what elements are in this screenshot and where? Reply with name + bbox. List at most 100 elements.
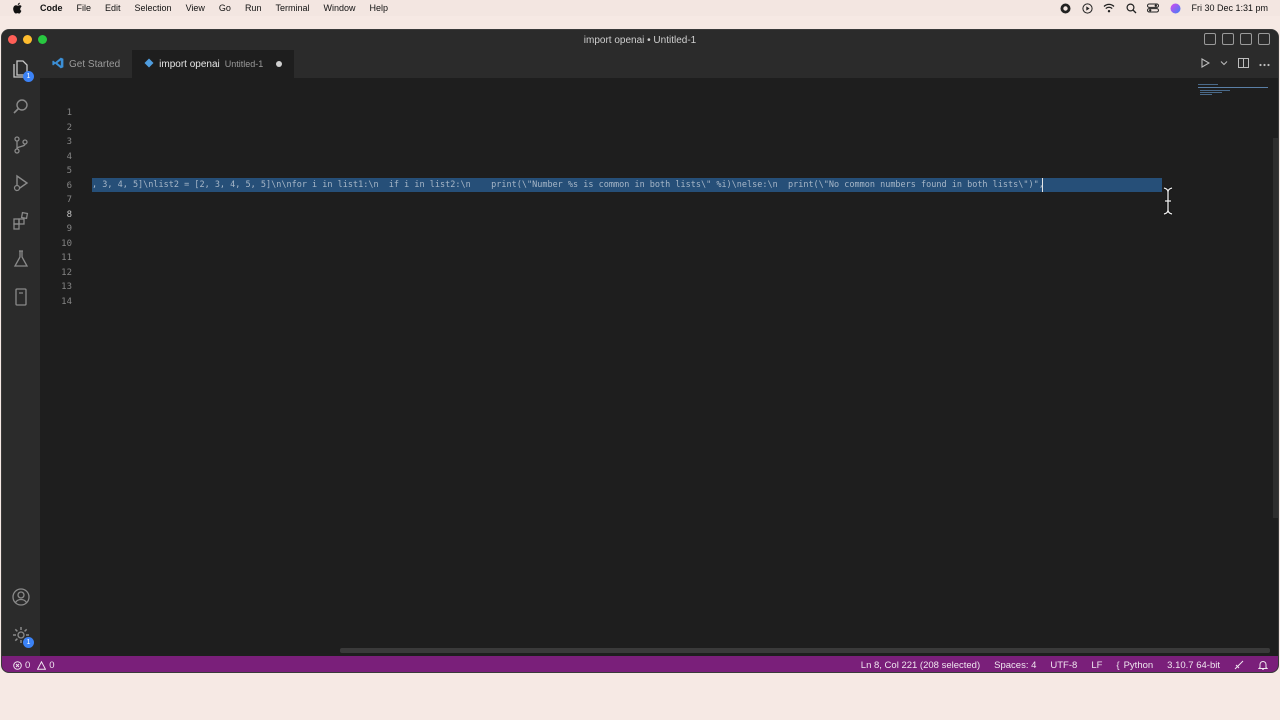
- braces-icon: {: [1116, 659, 1120, 671]
- editor-tab-bar: Get Started import openai Untitled-1: [40, 50, 1278, 78]
- line-number: 6: [66, 180, 72, 191]
- layout-controls: [1204, 33, 1270, 45]
- run-debug-icon[interactable]: [10, 172, 32, 194]
- line-number: 12: [61, 267, 72, 278]
- settings-badge: 1: [23, 637, 34, 648]
- warning-icon: [36, 660, 46, 670]
- explorer-icon[interactable]: 1: [10, 58, 34, 82]
- minimize-window-button[interactable]: [23, 35, 32, 44]
- chevron-down-icon[interactable]: [1220, 58, 1228, 70]
- status-bar: 0 0 Ln 8, Col 221 (208 selected) Spaces:…: [2, 656, 1278, 672]
- line-number: 1: [66, 108, 72, 118]
- close-window-button[interactable]: [8, 35, 17, 44]
- run-python-file-icon[interactable]: [1200, 57, 1211, 71]
- apple-icon[interactable]: [12, 2, 24, 14]
- end-of-line[interactable]: LF: [1091, 660, 1102, 671]
- line-number: 11: [61, 253, 72, 263]
- menu-edit[interactable]: Edit: [105, 3, 121, 13]
- feedback-icon[interactable]: [1234, 660, 1244, 670]
- notifications-bell-icon[interactable]: [1258, 660, 1268, 670]
- split-editor-icon[interactable]: [1238, 57, 1249, 71]
- python-file-icon: [144, 58, 154, 71]
- line-number: 2: [66, 122, 72, 133]
- menu-view[interactable]: View: [186, 3, 205, 13]
- minimap-line: [1200, 92, 1222, 93]
- line-number: 10: [61, 238, 72, 249]
- testing-icon[interactable]: [10, 248, 32, 270]
- window-title: import openai • Untitled-1: [583, 34, 697, 46]
- vertical-scroll-thumb[interactable]: [1273, 138, 1278, 518]
- line-number: 5: [66, 166, 72, 176]
- search-view-icon[interactable]: [10, 96, 32, 118]
- editor-actions: [1200, 50, 1278, 78]
- error-icon: [12, 660, 22, 670]
- more-actions-icon[interactable]: [1259, 58, 1270, 70]
- line-number: 14: [61, 296, 72, 307]
- search-icon[interactable]: [1125, 2, 1137, 14]
- menu-code[interactable]: Code: [40, 3, 63, 13]
- indentation[interactable]: Spaces: 4: [994, 660, 1036, 671]
- line-number: 3: [66, 137, 72, 147]
- minimap-line: [1200, 94, 1212, 95]
- siri-icon[interactable]: [1169, 2, 1181, 14]
- menu-window[interactable]: Window: [323, 3, 355, 13]
- vscode-logo-icon: [52, 57, 64, 72]
- problems-indicator[interactable]: 0 0: [2, 660, 55, 671]
- macos-menubar: Code File Edit Selection View Go Run Ter…: [0, 0, 1280, 16]
- accounts-icon[interactable]: [10, 586, 32, 608]
- line-number: 9: [66, 224, 72, 234]
- manage-gear-icon[interactable]: 1: [10, 624, 34, 648]
- selected-code-line[interactable]: , 3, 4, 5]\nlist2 = [2, 3, 4, 5, 5]\n\nf…: [92, 178, 1162, 192]
- mouse-ibeam-cursor-icon: [1163, 186, 1173, 216]
- customize-layout-icon[interactable]: [1258, 33, 1270, 45]
- line-number: 8: [66, 209, 72, 220]
- record-icon[interactable]: [1059, 2, 1071, 14]
- wifi-icon[interactable]: [1103, 2, 1115, 14]
- unsaved-dot-icon[interactable]: [276, 61, 283, 67]
- toggle-secondary-sidebar-icon[interactable]: [1240, 33, 1252, 45]
- menu-file[interactable]: File: [77, 3, 92, 13]
- window-controls: [8, 35, 47, 44]
- activity-bar: 1 1: [2, 50, 40, 656]
- horizontal-scrollbar[interactable]: [340, 648, 1270, 653]
- python-interpreter[interactable]: 3.10.7 64-bit: [1167, 660, 1220, 671]
- title-bar: import openai • Untitled-1: [2, 30, 1278, 50]
- warning-count: 0: [49, 659, 55, 671]
- line-number: 13: [61, 282, 72, 292]
- file-encoding[interactable]: UTF-8: [1050, 660, 1077, 671]
- toggle-panel-icon[interactable]: [1222, 33, 1234, 45]
- toggle-primary-sidebar-icon[interactable]: [1204, 33, 1216, 45]
- vertical-scrollbar[interactable]: [1272, 78, 1278, 656]
- language-mode[interactable]: { Python: [1116, 660, 1153, 671]
- code-editor[interactable]: 1 2 3 4 5 6 7 8 9 10 11 12 13 14 , 3, 4, 5]\nlist2 = …: [40, 78, 1278, 656]
- menubar-clock[interactable]: Fri 30 Dec 1:31 pm: [1191, 3, 1268, 13]
- tab-untitled-1[interactable]: import openai Untitled-1: [132, 50, 295, 78]
- menu-selection[interactable]: Selection: [135, 3, 172, 13]
- maximize-window-button[interactable]: [38, 35, 47, 44]
- menu-terminal[interactable]: Terminal: [275, 3, 309, 13]
- play-circle-icon[interactable]: [1081, 2, 1093, 14]
- explorer-badge: 1: [23, 71, 34, 82]
- tab-label: import openai: [159, 58, 220, 70]
- source-control-icon[interactable]: [10, 134, 32, 156]
- remote-explorer-icon[interactable]: [10, 286, 32, 308]
- minimap-line: [1198, 84, 1218, 85]
- error-count: 0: [25, 659, 31, 671]
- tab-description: Untitled-1: [224, 59, 264, 69]
- minimap-line: [1198, 87, 1268, 88]
- text-cursor: [1042, 178, 1043, 192]
- line-number: 4: [66, 151, 72, 162]
- menu-run[interactable]: Run: [245, 3, 262, 13]
- control-center-icon[interactable]: [1147, 2, 1160, 14]
- extensions-icon[interactable]: [10, 210, 32, 232]
- language-label: Python: [1123, 659, 1154, 671]
- tab-get-started[interactable]: Get Started: [40, 50, 132, 78]
- minimap-line: [1200, 90, 1230, 91]
- cursor-position[interactable]: Ln 8, Col 221 (208 selected): [861, 660, 980, 671]
- tab-label: Get Started: [69, 58, 121, 70]
- minimap[interactable]: [1196, 78, 1268, 138]
- line-number: 7: [66, 195, 72, 205]
- vscode-window: import openai • Untitled-1 1 1 Get Start…: [1, 29, 1279, 673]
- menu-help[interactable]: Help: [369, 3, 388, 13]
- menu-go[interactable]: Go: [219, 3, 231, 13]
